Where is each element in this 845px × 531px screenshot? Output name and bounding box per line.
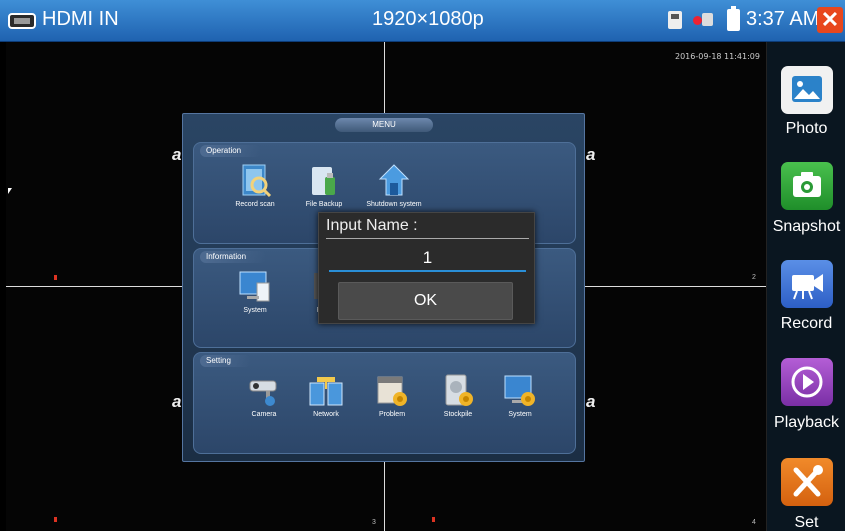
source-title: HDMI IN (42, 8, 119, 30)
tools-icon (781, 458, 833, 506)
camera-icon (781, 162, 833, 210)
menu-item-stockpile[interactable]: Stockpile (430, 373, 486, 418)
network-settings-icon (308, 373, 344, 409)
sidebar-item-label: Snapshot (772, 218, 841, 235)
problem-settings-icon (374, 373, 410, 409)
stockpile-settings-icon (440, 373, 476, 409)
cctv-camera-icon (246, 373, 282, 409)
shutdown-icon (376, 163, 412, 199)
resolution-label: 1920×1080p (372, 8, 484, 30)
ok-button[interactable]: OK (338, 282, 513, 320)
sidebar-item-record[interactable]: Record (767, 238, 845, 336)
system-settings-icon (502, 373, 538, 409)
sidebar-item-label: Photo (785, 120, 828, 137)
menu-item-system-settings[interactable]: System (492, 373, 548, 418)
sidebar-item-photo[interactable]: Photo (767, 42, 845, 140)
menu-item-label: Record scan (235, 201, 275, 208)
play-icon (781, 358, 833, 406)
sidebar-item-set[interactable]: Set (767, 434, 845, 531)
channel-marker (54, 275, 57, 280)
hdmi-icon (8, 13, 36, 29)
camera-brand-text: a (586, 145, 596, 164)
battery-icon (727, 6, 740, 31)
status-bar: HDMI IN 1920×1080p 3:37 AM ✕ (0, 0, 845, 42)
video-camera-icon (781, 260, 833, 308)
menu-item-network[interactable]: Network (298, 373, 354, 418)
dialog-title: Input Name : (326, 217, 418, 234)
sidebar-item-label: Record (780, 315, 833, 332)
menu-item-record-scan[interactable]: Record scan (227, 163, 283, 208)
name-input[interactable] (329, 246, 526, 272)
menu-item-label: Shutdown system (366, 201, 422, 208)
menu-item-shutdown-system[interactable]: Shutdown system (366, 163, 422, 208)
menu-item-label: Problem (378, 411, 406, 418)
section-title: Operation (200, 145, 262, 157)
channel-number: 3 (372, 519, 376, 526)
channel-marker (54, 517, 57, 522)
menu-item-label: Network (313, 411, 339, 418)
menu-item-label: Stockpile (443, 411, 473, 418)
clock: 3:37 AM (746, 8, 820, 30)
channel-marker (432, 517, 435, 522)
monitor-icon (237, 269, 273, 305)
section-setting: Setting Camera Network Problem Stockpile… (193, 352, 576, 454)
video-timestamp: 2016-09-18 11:41:09 (675, 52, 760, 61)
camera-brand-text: a (586, 392, 596, 411)
sidebar-item-label: Set (794, 514, 819, 531)
sidebar: Photo Snapshot Record Playback Set (766, 42, 845, 531)
menu-item-label: System (243, 307, 267, 314)
close-icon[interactable]: ✕ (817, 7, 843, 33)
mouse-cursor-icon (8, 188, 12, 194)
record-scan-icon (237, 163, 273, 199)
file-backup-icon (306, 163, 342, 199)
menu-item-file-backup[interactable]: File Backup (296, 163, 352, 208)
section-title: Setting (200, 355, 251, 367)
sidebar-item-playback[interactable]: Playback (767, 336, 845, 434)
channel-number: 4 (752, 519, 756, 526)
menu-item-label: System (508, 411, 532, 418)
camera-brand-text: a (172, 145, 182, 164)
dialog-divider (326, 238, 529, 239)
menu-item-label: Camera (251, 411, 277, 418)
photo-icon (781, 66, 833, 114)
menu-item-camera[interactable]: Camera (236, 373, 292, 418)
sidebar-item-label: Playback (774, 414, 839, 431)
section-title: Information (200, 251, 267, 263)
channel-number: 2 (752, 274, 756, 281)
menu-item-problem[interactable]: Problem (364, 373, 420, 418)
sidebar-item-snapshot[interactable]: Snapshot (767, 140, 845, 238)
camera-brand-text: a (172, 392, 182, 411)
menu-item-system-info[interactable]: System (227, 269, 283, 314)
menu-item-label: File Backup (305, 201, 343, 208)
sd-card-icon (668, 11, 682, 29)
menu-title: MENU (335, 118, 433, 132)
network-icon (693, 13, 713, 27)
input-name-dialog: Input Name : OK (318, 212, 535, 324)
